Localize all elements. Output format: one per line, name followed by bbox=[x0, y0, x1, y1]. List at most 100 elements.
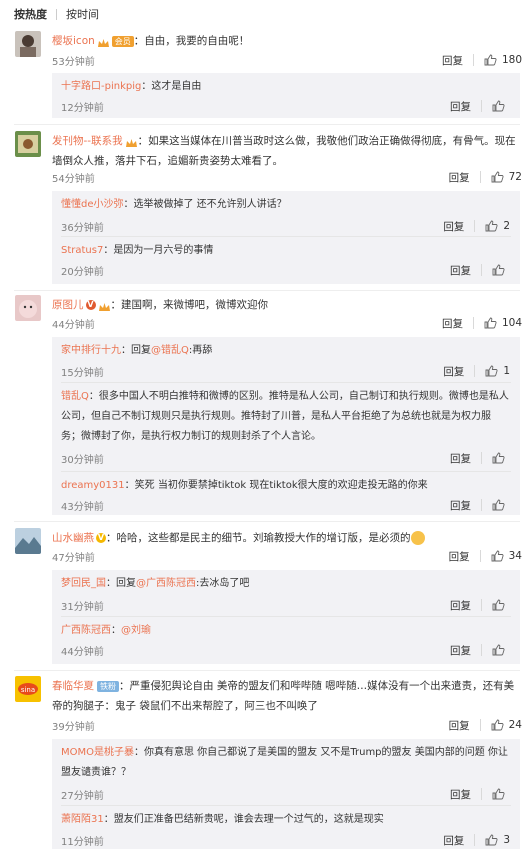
timestamp: 47分钟前 bbox=[52, 553, 95, 564]
reply-button[interactable]: 回复 bbox=[442, 53, 463, 68]
like-button[interactable]: 24 bbox=[491, 719, 522, 731]
username-link[interactable]: 懂懂de小沙弥 bbox=[61, 199, 124, 210]
like-button[interactable] bbox=[492, 499, 510, 511]
action-divider bbox=[474, 834, 476, 846]
like-button[interactable]: 180 bbox=[484, 54, 522, 66]
reply-button[interactable]: 回复 bbox=[449, 718, 470, 733]
tab-sort-hot[interactable]: 按热度 bbox=[14, 6, 47, 22]
thumbs-up-icon bbox=[491, 550, 504, 562]
reply-body: ：这才是自由 bbox=[141, 81, 202, 92]
reply-text: 错乱Q：很多中国人不明白推特和微博的区别。推特是私人公司，自己制订和执行规则。微… bbox=[61, 387, 510, 447]
like-button[interactable] bbox=[492, 100, 510, 112]
reply-meta: 30分钟前 回复 bbox=[61, 449, 510, 467]
timestamp: 31分钟前 bbox=[61, 602, 104, 613]
mention-link[interactable]: @刘瑜 bbox=[121, 625, 151, 636]
reply-divider bbox=[61, 805, 511, 806]
reply-actions: 回复 bbox=[450, 449, 510, 467]
reply-button[interactable]: 回复 bbox=[449, 549, 470, 564]
username-link[interactable]: 樱坂icon bbox=[52, 35, 95, 47]
username-link[interactable]: 家中排行十九 bbox=[61, 345, 121, 356]
username-link[interactable]: 梦回民_国 bbox=[61, 578, 106, 589]
comment-actions: 回复 34 bbox=[449, 547, 522, 565]
mention-link[interactable]: @错乱Q bbox=[151, 345, 189, 356]
action-divider bbox=[481, 100, 482, 112]
username-link[interactable]: dreamy0131 bbox=[61, 480, 125, 491]
reply-meta: 36分钟前 回复 2 bbox=[61, 217, 510, 235]
username-link[interactable]: 原图儿 bbox=[52, 299, 84, 311]
reply-text: 广西陈冠西：@刘瑜 bbox=[61, 621, 510, 641]
reply-button[interactable]: 回复 bbox=[450, 643, 471, 658]
thumbs-up-icon bbox=[492, 452, 505, 464]
username-link[interactable]: 山水幽燕 bbox=[52, 532, 94, 544]
reply-box: 家中排行十九：回复@错乱Q:再舔 15分钟前 回复 1 错乱Q：很多中国人不明白… bbox=[52, 337, 520, 515]
action-divider bbox=[472, 317, 474, 329]
like-button[interactable] bbox=[492, 644, 510, 656]
username-link[interactable]: 春临华夏 bbox=[52, 680, 94, 692]
thumbs-up-icon bbox=[485, 220, 498, 232]
thumbs-up-icon bbox=[485, 834, 498, 846]
thumbs-up-icon bbox=[485, 365, 498, 377]
reply-button[interactable]: 回复 bbox=[443, 219, 464, 234]
like-button[interactable]: 104 bbox=[484, 317, 522, 329]
username-link[interactable]: 错乱Q bbox=[61, 391, 89, 402]
username-link[interactable]: 发刊物--联系我 bbox=[52, 135, 123, 147]
like-button[interactable]: 72 bbox=[491, 171, 522, 183]
comment-body: ：严重侵犯舆论自由 美帝的盟友们和哔哔随 嗯哔随…媒体没有一个出来遣责，还有美帝… bbox=[52, 680, 515, 712]
reply-actions: 回复 3 bbox=[443, 831, 510, 849]
avatar[interactable]: sina bbox=[15, 676, 41, 702]
like-button[interactable] bbox=[492, 452, 510, 464]
like-button[interactable] bbox=[492, 264, 510, 276]
reply-button[interactable]: 回复 bbox=[443, 833, 464, 848]
like-button[interactable]: 2 bbox=[485, 220, 510, 232]
username-link[interactable]: 萧陌陌31 bbox=[61, 814, 104, 825]
reply-button[interactable]: 回复 bbox=[443, 364, 464, 379]
reply-button[interactable]: 回复 bbox=[449, 170, 470, 185]
reply-button[interactable]: 回复 bbox=[450, 451, 471, 466]
username-link[interactable]: 十字路口-pinkpig bbox=[61, 81, 141, 92]
username-link[interactable]: Stratus7 bbox=[61, 245, 103, 256]
reply-button[interactable]: 回复 bbox=[450, 498, 471, 513]
like-count: 72 bbox=[508, 171, 522, 183]
timestamp: 39分钟前 bbox=[52, 722, 95, 733]
like-count: 3 bbox=[503, 834, 510, 846]
tab-sort-time[interactable]: 按时间 bbox=[66, 6, 99, 22]
reply-text: 家中排行十九：回复@错乱Q:再舔 bbox=[61, 341, 510, 361]
comment-text: 春临华夏 铁粉 ：严重侵犯舆论自由 美帝的盟友们和哔哔随 嗯哔随…媒体没有一个出来遣… bbox=[52, 676, 520, 716]
action-divider bbox=[474, 220, 476, 232]
reply-body-tail: :去冰岛了吧 bbox=[196, 578, 250, 589]
reply-divider bbox=[61, 382, 511, 383]
reply-meta: 20分钟前 回复 bbox=[61, 261, 510, 279]
member-badge: 会员 bbox=[111, 35, 134, 47]
like-button[interactable] bbox=[492, 788, 510, 800]
reply-button[interactable]: 回复 bbox=[442, 316, 463, 331]
reply-button[interactable]: 回复 bbox=[450, 99, 471, 114]
like-button[interactable]: 1 bbox=[485, 365, 510, 377]
reply-actions: 回复 bbox=[450, 596, 510, 614]
username-link[interactable]: MOMO是桃子暴 bbox=[61, 747, 134, 758]
thumbs-up-icon bbox=[492, 644, 505, 656]
username-link[interactable]: 广西陈冠西 bbox=[61, 625, 111, 636]
reply-button[interactable]: 回复 bbox=[450, 263, 471, 278]
like-button[interactable]: 34 bbox=[491, 550, 522, 562]
reply-text: 萧陌陌31：盟友们正准备巴结新贵呢，谁会去理一个过气的，这就是现实 bbox=[61, 810, 510, 830]
action-divider bbox=[481, 452, 482, 464]
avatar[interactable] bbox=[15, 31, 41, 57]
avatar[interactable] bbox=[15, 131, 41, 157]
reply-button[interactable]: 回复 bbox=[450, 787, 471, 802]
reply-body: ：盟友们正准备巴结新贵呢，谁会去理一个过气的，这就是现实 bbox=[103, 814, 384, 825]
reply-meta: 15分钟前 回复 1 bbox=[61, 362, 510, 380]
timestamp: 54分钟前 bbox=[52, 174, 95, 185]
reply-meta: 43分钟前 回复 bbox=[61, 496, 510, 514]
v-badge-icon: V bbox=[96, 533, 106, 543]
avatar[interactable] bbox=[15, 295, 41, 321]
comment-item: 原图儿 V ：建国啊，来微博吧，微博欢迎你 44分钟前 回复 104 bbox=[0, 295, 532, 331]
reply-button[interactable]: 回复 bbox=[450, 598, 471, 613]
like-button[interactable]: 3 bbox=[485, 834, 510, 846]
avatar[interactable] bbox=[15, 528, 41, 554]
like-button[interactable] bbox=[492, 599, 510, 611]
mention-link[interactable]: @广西陈冠西 bbox=[136, 578, 196, 589]
thumbs-up-icon bbox=[484, 54, 497, 66]
thumbs-up-icon bbox=[484, 317, 497, 329]
reply-meta: 44分钟前 回复 bbox=[61, 641, 510, 659]
reply-text: MOMO是桃子暴：你真有意思 你自己都说了是美国的盟友 又不是Trump的盟友 … bbox=[61, 743, 510, 783]
